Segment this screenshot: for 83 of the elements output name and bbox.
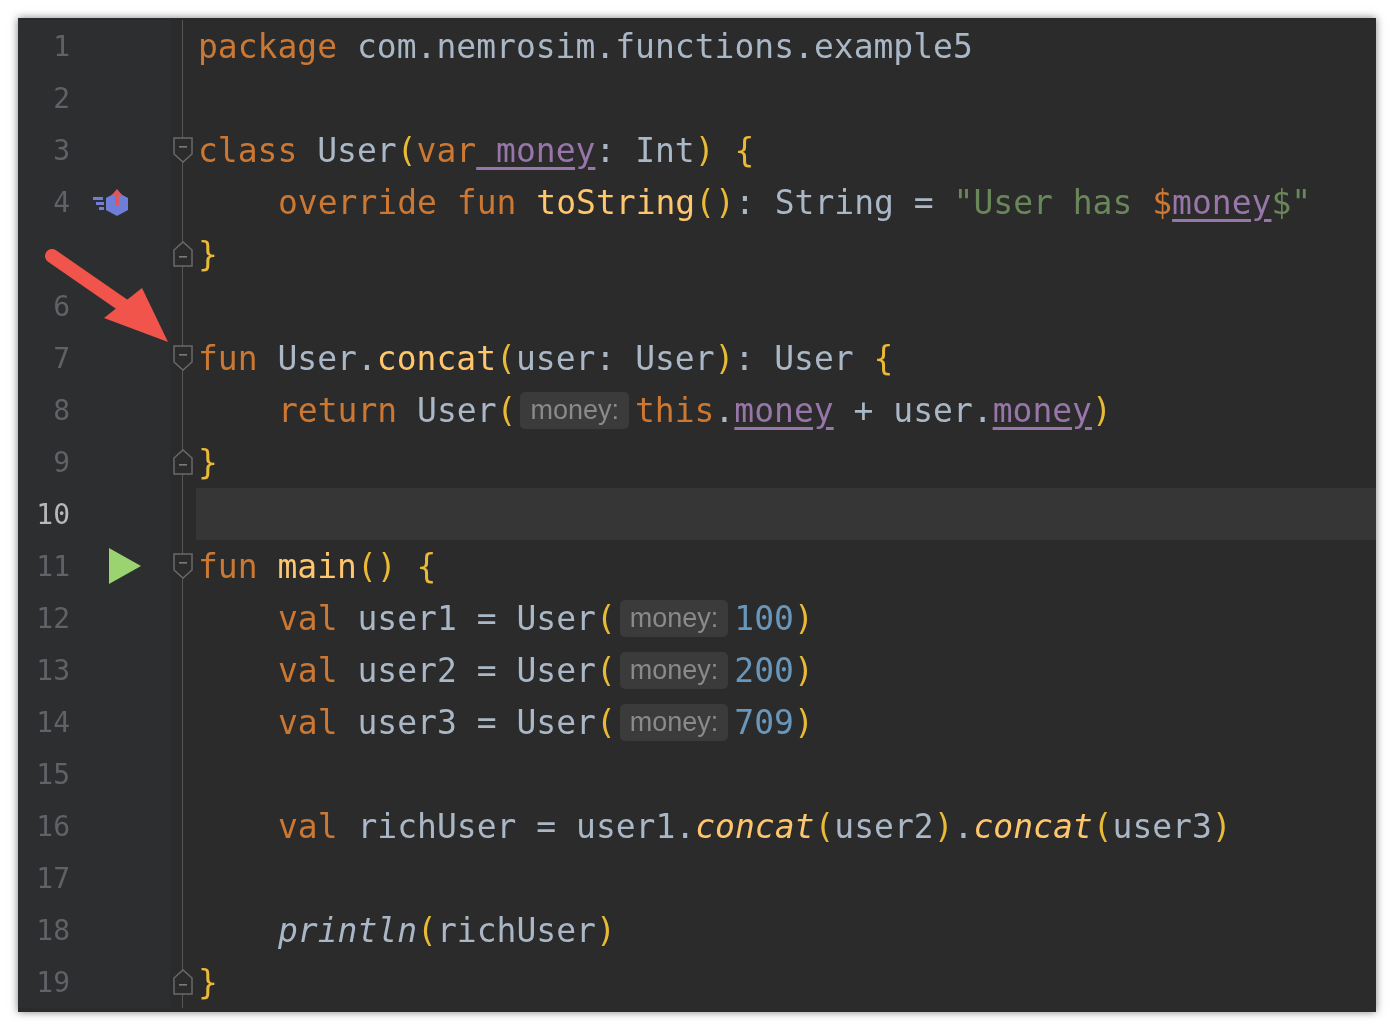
string-literal: $" (1271, 182, 1312, 222)
code-text: user2 (834, 806, 934, 846)
bracket: ( (417, 910, 437, 950)
property-name: money (734, 390, 834, 430)
code-text: + user. (852, 390, 993, 430)
keyword: val (278, 702, 338, 742)
function-name: toString (535, 182, 696, 222)
bracket: () (356, 546, 397, 586)
function-call: println (278, 910, 418, 950)
bracket: ) (595, 910, 616, 950)
bracket: () (695, 182, 735, 222)
code-text: richUser = user1. (356, 806, 696, 846)
function-call: concat (973, 806, 1093, 846)
code-text: user2 = User (356, 650, 596, 690)
keyword: package (198, 26, 338, 66)
bracket: ) (1211, 806, 1232, 846)
bracket: } (198, 234, 218, 274)
code-text: richUser (436, 910, 596, 950)
code-text: user: User (515, 338, 715, 378)
string-literal: "User has (953, 182, 1134, 222)
code-text: : String = (735, 182, 935, 222)
fold-icon[interactable] (173, 553, 193, 579)
code-text: user3 = User (356, 702, 596, 742)
code-text: : User (734, 338, 855, 378)
code-text: User (416, 390, 497, 430)
number-literal: 200 (734, 650, 794, 690)
fold-icon[interactable] (173, 137, 193, 163)
number-literal: 100 (734, 598, 794, 638)
bracket: ) (933, 806, 954, 846)
keyword: val (278, 650, 338, 690)
keyword: class (198, 130, 298, 170)
bracket: } (198, 962, 218, 1002)
fold-icon[interactable] (173, 345, 193, 371)
function-name: concat (376, 338, 497, 378)
bracket: ) (793, 650, 814, 690)
fold-icon[interactable] (173, 969, 193, 995)
keyword: val (278, 806, 338, 846)
function-name: main (276, 546, 357, 586)
implements-icon[interactable] (93, 187, 131, 217)
code-text: User (316, 130, 397, 170)
parameter-hint: money: (619, 599, 729, 637)
property-name: money (1172, 182, 1272, 222)
bracket: ( (396, 130, 417, 170)
parameter-hint: money: (619, 703, 729, 741)
number-literal: 709 (734, 702, 794, 742)
function-call: concat (695, 806, 815, 846)
parameter-hint: money: (619, 651, 729, 689)
keyword: this (635, 390, 715, 430)
bracket: { (415, 546, 437, 586)
code-text: user3 (1112, 806, 1212, 846)
bracket: ( (595, 702, 616, 742)
bracket: ( (496, 338, 516, 378)
code-text: user1 = User (356, 598, 596, 638)
bracket: ( (496, 390, 517, 430)
keyword: fun (198, 546, 258, 586)
bracket: ) (1092, 390, 1112, 430)
bracket: ( (595, 598, 616, 638)
parameter-hint: money: (520, 391, 629, 429)
bracket: ( (1092, 806, 1113, 846)
code-text: User. (276, 338, 377, 378)
bracket: { (733, 130, 755, 170)
code-text: com.nemrosim.functions.example5 (355, 26, 973, 66)
bracket: ) (793, 598, 814, 638)
bracket: ) (694, 130, 715, 170)
code-text: . (714, 390, 735, 430)
keyword: return (278, 390, 398, 430)
code-text: . (953, 806, 974, 846)
bracket: ( (814, 806, 835, 846)
property-name: money (992, 390, 1092, 430)
bracket: ( (595, 650, 616, 690)
bracket: ) (793, 702, 814, 742)
keyword: override fun (278, 182, 517, 222)
fold-icon[interactable] (173, 449, 193, 475)
line-number: 10 (35, 497, 70, 531)
keyword: fun (198, 338, 258, 378)
keyword: val (278, 598, 338, 638)
run-icon[interactable] (109, 548, 141, 584)
bracket: { (873, 338, 894, 378)
bracket: ) (714, 338, 735, 378)
bracket: } (198, 442, 218, 482)
keyword: $ (1152, 182, 1173, 222)
code-text: : Int (595, 130, 695, 170)
fold-icon[interactable] (173, 241, 193, 267)
